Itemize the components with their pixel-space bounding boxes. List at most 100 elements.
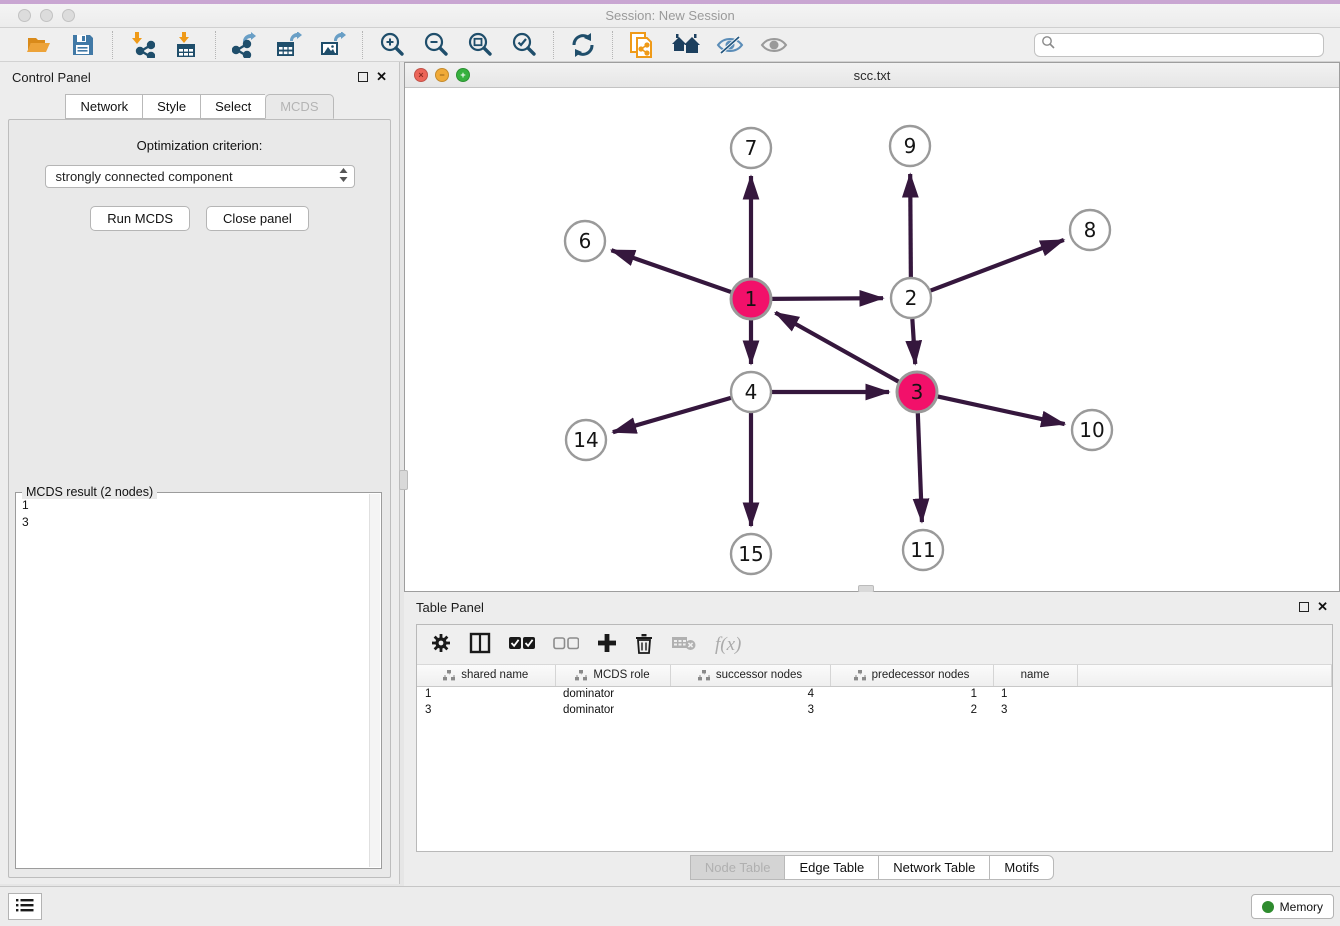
network-graph[interactable]: 7 9 6 8 1 2 4 3 14 10 15 11 — [405, 88, 1339, 591]
export-network-button[interactable] — [230, 31, 260, 59]
cell-mcds-role[interactable]: dominator — [555, 702, 670, 718]
graph-node-6[interactable]: 6 — [565, 221, 605, 261]
graph-node-4[interactable]: 4 — [731, 372, 771, 412]
table-options-button[interactable] — [431, 633, 451, 656]
gear-icon — [431, 633, 451, 656]
cell-filler — [1077, 686, 1332, 702]
equation-builder-button[interactable]: f(x) — [715, 634, 741, 656]
graph-edge-2-8[interactable] — [931, 240, 1064, 291]
table-panel-tab[interactable]: Edge Table — [784, 855, 878, 880]
criterion-select[interactable]: strongly connected component — [45, 165, 355, 188]
graph-edge-3-11[interactable] — [918, 413, 922, 522]
graph-edge-2-3[interactable] — [912, 319, 915, 364]
save-icon — [71, 33, 95, 57]
cell-mcds-role[interactable]: dominator — [555, 686, 670, 702]
close-table-panel-icon[interactable]: ✕ — [1317, 602, 1328, 612]
delete-table-button[interactable] — [671, 634, 697, 655]
zoom-out-icon — [423, 32, 449, 58]
toggle-columns-button[interactable] — [469, 632, 491, 657]
network-canvas[interactable]: 7 9 6 8 1 2 4 3 14 10 15 11 — [405, 88, 1339, 591]
graph-node-8[interactable]: 8 — [1070, 210, 1110, 250]
open-file-button[interactable] — [24, 31, 54, 59]
task-history-button[interactable] — [8, 893, 42, 920]
zoom-selected-button[interactable] — [509, 31, 539, 59]
run-mcds-button[interactable]: Run MCDS — [90, 206, 190, 231]
graph-node-15[interactable]: 15 — [731, 534, 771, 574]
search-field[interactable] — [1034, 33, 1324, 57]
network-window-titlebar[interactable]: scc.txt × − + — [405, 63, 1339, 88]
add-column-button[interactable] — [597, 633, 617, 656]
mcds-result-scrollbar[interactable] — [369, 494, 380, 867]
delete-column-button[interactable] — [635, 633, 653, 657]
function-icon: f(x) — [715, 634, 741, 656]
graph-edge-1-2[interactable] — [772, 298, 883, 299]
column-header-mcds-role[interactable]: MCDS role — [555, 665, 670, 686]
table-panel-tab[interactable]: Network Table — [878, 855, 989, 880]
column-header-name[interactable]: name — [993, 665, 1077, 686]
checked-boxes-icon — [509, 636, 535, 653]
graph-node-11[interactable]: 11 — [903, 530, 943, 570]
graph-edge-3-10[interactable] — [938, 396, 1065, 424]
import-network-button[interactable] — [127, 31, 157, 59]
column-header-successor-nodes[interactable]: successor nodes — [670, 665, 830, 686]
graph-node-10[interactable]: 10 — [1072, 410, 1112, 450]
svg-text:11: 11 — [910, 538, 935, 562]
eye-icon — [760, 34, 788, 56]
search-input[interactable] — [1055, 38, 1317, 52]
graph-edge-3-1[interactable] — [775, 313, 898, 382]
graph-node-7[interactable]: 7 — [731, 128, 771, 168]
memory-button[interactable]: Memory — [1251, 894, 1334, 919]
zoom-out-button[interactable] — [421, 31, 451, 59]
close-panel-icon[interactable]: ✕ — [376, 72, 387, 82]
zoom-fit-button[interactable] — [465, 31, 495, 59]
float-panel-icon[interactable] — [358, 72, 368, 82]
cell-successor-nodes[interactable]: 3 — [670, 702, 830, 718]
control-panel-tab[interactable]: Style — [142, 94, 200, 119]
table-toolbar: f(x) — [417, 625, 1332, 665]
cell-name[interactable]: 1 — [993, 686, 1077, 702]
show-all-button[interactable] — [759, 31, 789, 59]
column-header-filler — [1077, 665, 1332, 686]
vertical-splitter-handle[interactable] — [399, 470, 408, 490]
svg-text:14: 14 — [573, 428, 598, 452]
graph-edge-1-6[interactable] — [611, 250, 731, 292]
table-panel-tab[interactable]: Node Table — [690, 855, 785, 880]
column-header-shared-name[interactable]: shared name — [417, 665, 555, 686]
cell-predecessor-nodes[interactable]: 2 — [830, 702, 993, 718]
control-panel-tab[interactable]: MCDS — [265, 94, 333, 119]
cell-predecessor-nodes[interactable]: 1 — [830, 686, 993, 702]
table-row[interactable]: 1 dominator 4 1 1 — [417, 686, 1332, 702]
control-panel-tab[interactable]: Network — [65, 94, 142, 119]
table-panel-tab[interactable]: Motifs — [989, 855, 1054, 880]
export-table-button[interactable] — [274, 31, 304, 59]
refresh-layout-button[interactable] — [568, 31, 598, 59]
cell-successor-nodes[interactable]: 4 — [670, 686, 830, 702]
zoom-in-button[interactable] — [377, 31, 407, 59]
deselect-all-columns-button[interactable] — [553, 636, 579, 653]
refresh-icon — [570, 32, 596, 58]
titlebar-accent — [0, 0, 1340, 4]
cell-shared-name[interactable]: 3 — [417, 702, 555, 718]
graph-node-3[interactable]: 3 — [897, 372, 937, 412]
export-image-button[interactable] — [318, 31, 348, 59]
first-neighbors-button[interactable] — [671, 31, 701, 59]
graph-node-9[interactable]: 9 — [890, 126, 930, 166]
cell-shared-name[interactable]: 1 — [417, 686, 555, 702]
import-table-button[interactable] — [171, 31, 201, 59]
graph-node-14[interactable]: 14 — [566, 420, 606, 460]
cell-name[interactable]: 3 — [993, 702, 1077, 718]
clone-network-button[interactable] — [627, 31, 657, 59]
close-panel-button[interactable]: Close panel — [206, 206, 309, 231]
graph-edge-2-9[interactable] — [910, 174, 911, 277]
control-panel-tab[interactable]: Select — [200, 94, 265, 119]
graph-node-1[interactable]: 1 — [731, 279, 771, 319]
column-header-predecessor-nodes[interactable]: predecessor nodes — [830, 665, 993, 686]
save-session-button[interactable] — [68, 31, 98, 59]
table-row[interactable]: 3 dominator 3 2 3 — [417, 702, 1332, 718]
graph-edge-4-14[interactable] — [613, 398, 731, 432]
float-table-panel-icon[interactable] — [1299, 602, 1309, 612]
graph-node-2[interactable]: 2 — [891, 278, 931, 318]
import-table-icon — [174, 32, 198, 58]
hide-selected-button[interactable] — [715, 31, 745, 59]
select-all-columns-button[interactable] — [509, 636, 535, 653]
